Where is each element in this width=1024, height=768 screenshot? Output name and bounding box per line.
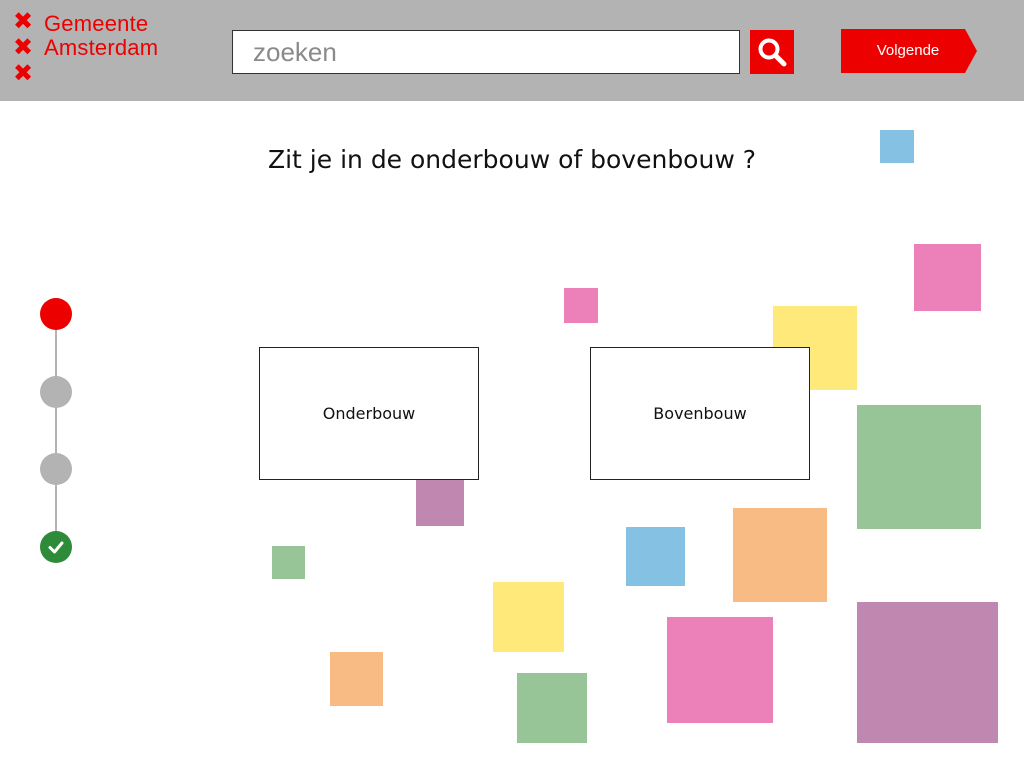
next-button[interactable]: Volgende bbox=[841, 29, 979, 73]
search-input[interactable] bbox=[232, 30, 740, 74]
decorative-square bbox=[914, 244, 981, 311]
logo-line-1: Gemeente bbox=[44, 11, 149, 36]
option-bovenbouw-label: Bovenbouw bbox=[653, 404, 747, 423]
cross-icon: ✖ bbox=[12, 33, 34, 61]
cross-icon: ✖ bbox=[12, 59, 34, 87]
decorative-square bbox=[416, 478, 464, 526]
decorative-square bbox=[733, 508, 827, 602]
question-title: Zit je in de onderbouw of bovenbouw ? bbox=[267, 145, 756, 174]
logo-line-2: Amsterdam bbox=[44, 35, 159, 60]
gemeente-amsterdam-logo[interactable]: ✖ ✖ ✖ Gemeente Amsterdam bbox=[12, 7, 202, 90]
logo-crosses: ✖ ✖ ✖ bbox=[12, 7, 34, 87]
stepper-line bbox=[55, 314, 57, 546]
decorative-square bbox=[493, 582, 564, 652]
decorative-square bbox=[880, 130, 914, 163]
decorative-square bbox=[857, 405, 981, 529]
step-2[interactable] bbox=[40, 376, 72, 408]
step-4-completed[interactable] bbox=[40, 531, 72, 563]
progress-stepper bbox=[40, 298, 72, 564]
checkmark-icon bbox=[48, 541, 64, 554]
header-bar: ✖ ✖ ✖ Gemeente Amsterdam Volgende bbox=[0, 0, 1024, 101]
decorative-square bbox=[667, 617, 773, 723]
decorative-square bbox=[626, 527, 685, 586]
next-button-label: Volgende bbox=[876, 42, 940, 59]
search-button[interactable] bbox=[750, 30, 794, 74]
search-icon bbox=[758, 38, 787, 67]
option-onderbouw-label: Onderbouw bbox=[322, 404, 416, 423]
option-bovenbouw[interactable]: Bovenbouw bbox=[590, 347, 810, 480]
decorative-square bbox=[564, 288, 598, 323]
decorative-square bbox=[517, 673, 587, 743]
cross-icon: ✖ bbox=[12, 7, 34, 35]
step-3[interactable] bbox=[40, 453, 72, 485]
logo-text: Gemeente Amsterdam bbox=[44, 12, 158, 60]
decorative-square bbox=[272, 546, 305, 579]
option-onderbouw[interactable]: Onderbouw bbox=[259, 347, 479, 480]
decorative-square bbox=[857, 602, 998, 743]
decorative-square bbox=[330, 652, 383, 706]
step-1-active[interactable] bbox=[40, 298, 72, 330]
